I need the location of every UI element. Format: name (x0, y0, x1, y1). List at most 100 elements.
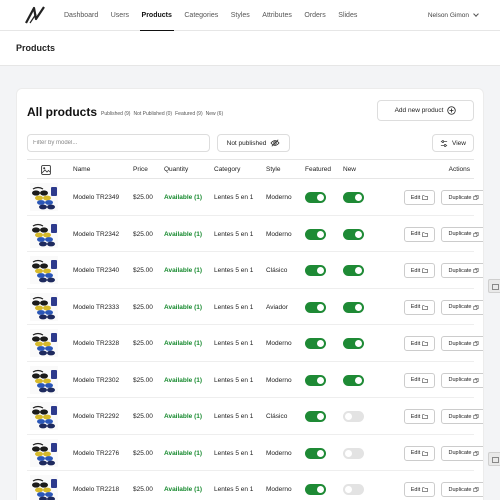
header-quantity[interactable]: Quantity (164, 166, 188, 173)
featured-toggle[interactable] (305, 301, 326, 313)
brand-logo[interactable] (25, 5, 45, 25)
header-name[interactable]: Name (73, 166, 90, 173)
featured-toggle[interactable] (305, 338, 326, 349)
filter-by-model-input[interactable] (27, 134, 210, 152)
table-row: Modelo TR2276 $25.00 Available (1) Lentes 5… (27, 435, 483, 471)
edit-button[interactable]: Edit (404, 336, 435, 351)
edit-button[interactable]: Edit (404, 482, 435, 497)
new-toggle[interactable] (343, 301, 364, 313)
product-thumbnail (30, 292, 58, 321)
edit-button[interactable]: Edit (404, 372, 435, 388)
header-style[interactable]: Style (266, 166, 280, 173)
card-title: All products (27, 105, 98, 119)
product-category: Lentes 5 en 1 (214, 376, 254, 384)
featured-toggle[interactable] (305, 265, 326, 276)
nav-products[interactable]: Products (139, 0, 175, 31)
product-category: Lentes 5 en 1 (214, 267, 254, 274)
duplicate-button[interactable]: Duplicate (441, 190, 483, 205)
product-name[interactable]: Modelo TR2333 (73, 304, 119, 311)
count-not-published[interactable]: Not Published (0) (133, 111, 172, 117)
nav-attributes[interactable]: Attributes (262, 0, 292, 31)
add-new-product-button[interactable]: Add new product (377, 100, 474, 121)
product-style: Moderno (266, 194, 292, 201)
new-toggle[interactable] (343, 338, 364, 349)
new-toggle[interactable] (343, 484, 364, 495)
nav-slides[interactable]: Slides (338, 0, 357, 31)
product-name[interactable]: Modelo TR2218 (73, 486, 119, 493)
duplicate-label: Duplicate (448, 377, 472, 383)
duplicate-button[interactable]: Duplicate (441, 263, 483, 278)
new-toggle[interactable] (343, 192, 364, 203)
duplicate-button[interactable]: Duplicate (441, 482, 483, 497)
product-category: Lentes 5 en 1 (214, 194, 254, 201)
product-quantity: Available (1) (164, 267, 203, 274)
new-toggle[interactable] (343, 411, 364, 422)
product-price: $25.00 (133, 303, 153, 311)
product-price: $25.00 (133, 486, 153, 493)
copy-icon (474, 450, 479, 456)
chat-tab[interactable] (488, 452, 500, 466)
folder-icon (422, 377, 428, 383)
nav-dashboard[interactable]: Dashboard (64, 0, 98, 31)
edit-button[interactable]: Edit (404, 445, 435, 461)
header-new[interactable]: New (343, 166, 356, 173)
folder-icon (422, 195, 428, 200)
duplicate-button[interactable]: Duplicate (441, 409, 483, 424)
nav-orders[interactable]: Orders (304, 0, 325, 31)
feedback-tab[interactable] (488, 279, 500, 293)
main-nav: Dashboard Users Products Categories Styles At… (64, 0, 370, 31)
featured-toggle[interactable] (305, 228, 326, 240)
featured-toggle[interactable] (305, 192, 326, 203)
duplicate-button[interactable]: Duplicate (441, 226, 483, 242)
not-published-button[interactable]: Not published (217, 134, 290, 152)
nav-styles[interactable]: Styles (231, 0, 250, 31)
featured-toggle[interactable] (305, 411, 326, 422)
user-menu[interactable]: Nelson Gimon (428, 0, 479, 31)
new-toggle[interactable] (343, 374, 364, 386)
count-new[interactable]: New (6) (206, 111, 224, 117)
count-featured[interactable]: Featured (9) (175, 111, 203, 117)
featured-toggle[interactable] (305, 484, 326, 495)
product-name[interactable]: Modelo TR2328 (73, 340, 119, 347)
product-thumbnail (30, 329, 58, 357)
product-name[interactable]: Modelo TR2340 (73, 267, 119, 274)
edit-label: Edit (410, 450, 421, 456)
header-category[interactable]: Category (214, 166, 240, 173)
duplicate-label: Duplicate (448, 486, 472, 493)
product-name[interactable]: Modelo TR2276 (73, 450, 119, 457)
product-name[interactable]: Modelo TR2349 (73, 194, 119, 201)
header-featured[interactable]: Featured (305, 166, 331, 173)
edit-button[interactable]: Edit (404, 409, 435, 424)
edit-button[interactable]: Edit (404, 299, 435, 315)
edit-button[interactable]: Edit (404, 263, 435, 278)
new-toggle[interactable] (343, 447, 364, 459)
copy-icon (474, 304, 479, 310)
edit-label: Edit (410, 231, 421, 237)
count-published[interactable]: Published (9) (101, 111, 130, 117)
product-name[interactable]: Modelo TR2302 (73, 377, 119, 384)
new-toggle[interactable] (343, 228, 364, 240)
product-name[interactable]: Modelo TR2342 (73, 231, 119, 238)
top-navbar: Dashboard Users Products Categories Styles At… (0, 0, 500, 31)
view-button[interactable]: View (432, 134, 474, 152)
edit-label: Edit (410, 486, 421, 493)
product-name[interactable]: Modelo TR2292 (73, 413, 119, 420)
edit-button[interactable]: Edit (404, 190, 435, 205)
featured-toggle[interactable] (305, 447, 326, 459)
nav-categories[interactable]: Categories (184, 0, 218, 31)
plus-circle-icon (447, 106, 457, 115)
product-quantity: Available (1) (164, 376, 203, 384)
copy-icon (474, 195, 479, 200)
duplicate-button[interactable]: Duplicate (441, 372, 483, 388)
featured-toggle[interactable] (305, 374, 326, 386)
duplicate-button[interactable]: Duplicate (441, 445, 483, 461)
duplicate-button[interactable]: Duplicate (441, 299, 483, 315)
duplicate-button[interactable]: Duplicate (441, 336, 483, 351)
nav-users[interactable]: Users (111, 0, 129, 31)
copy-icon (474, 341, 479, 346)
new-toggle[interactable] (343, 265, 364, 276)
table-row: Modelo TR2340 $25.00 Available (1) Lentes 5… (27, 252, 483, 289)
duplicate-label: Duplicate (448, 231, 472, 237)
header-price[interactable]: Price (133, 166, 148, 173)
edit-button[interactable]: Edit (404, 226, 435, 242)
